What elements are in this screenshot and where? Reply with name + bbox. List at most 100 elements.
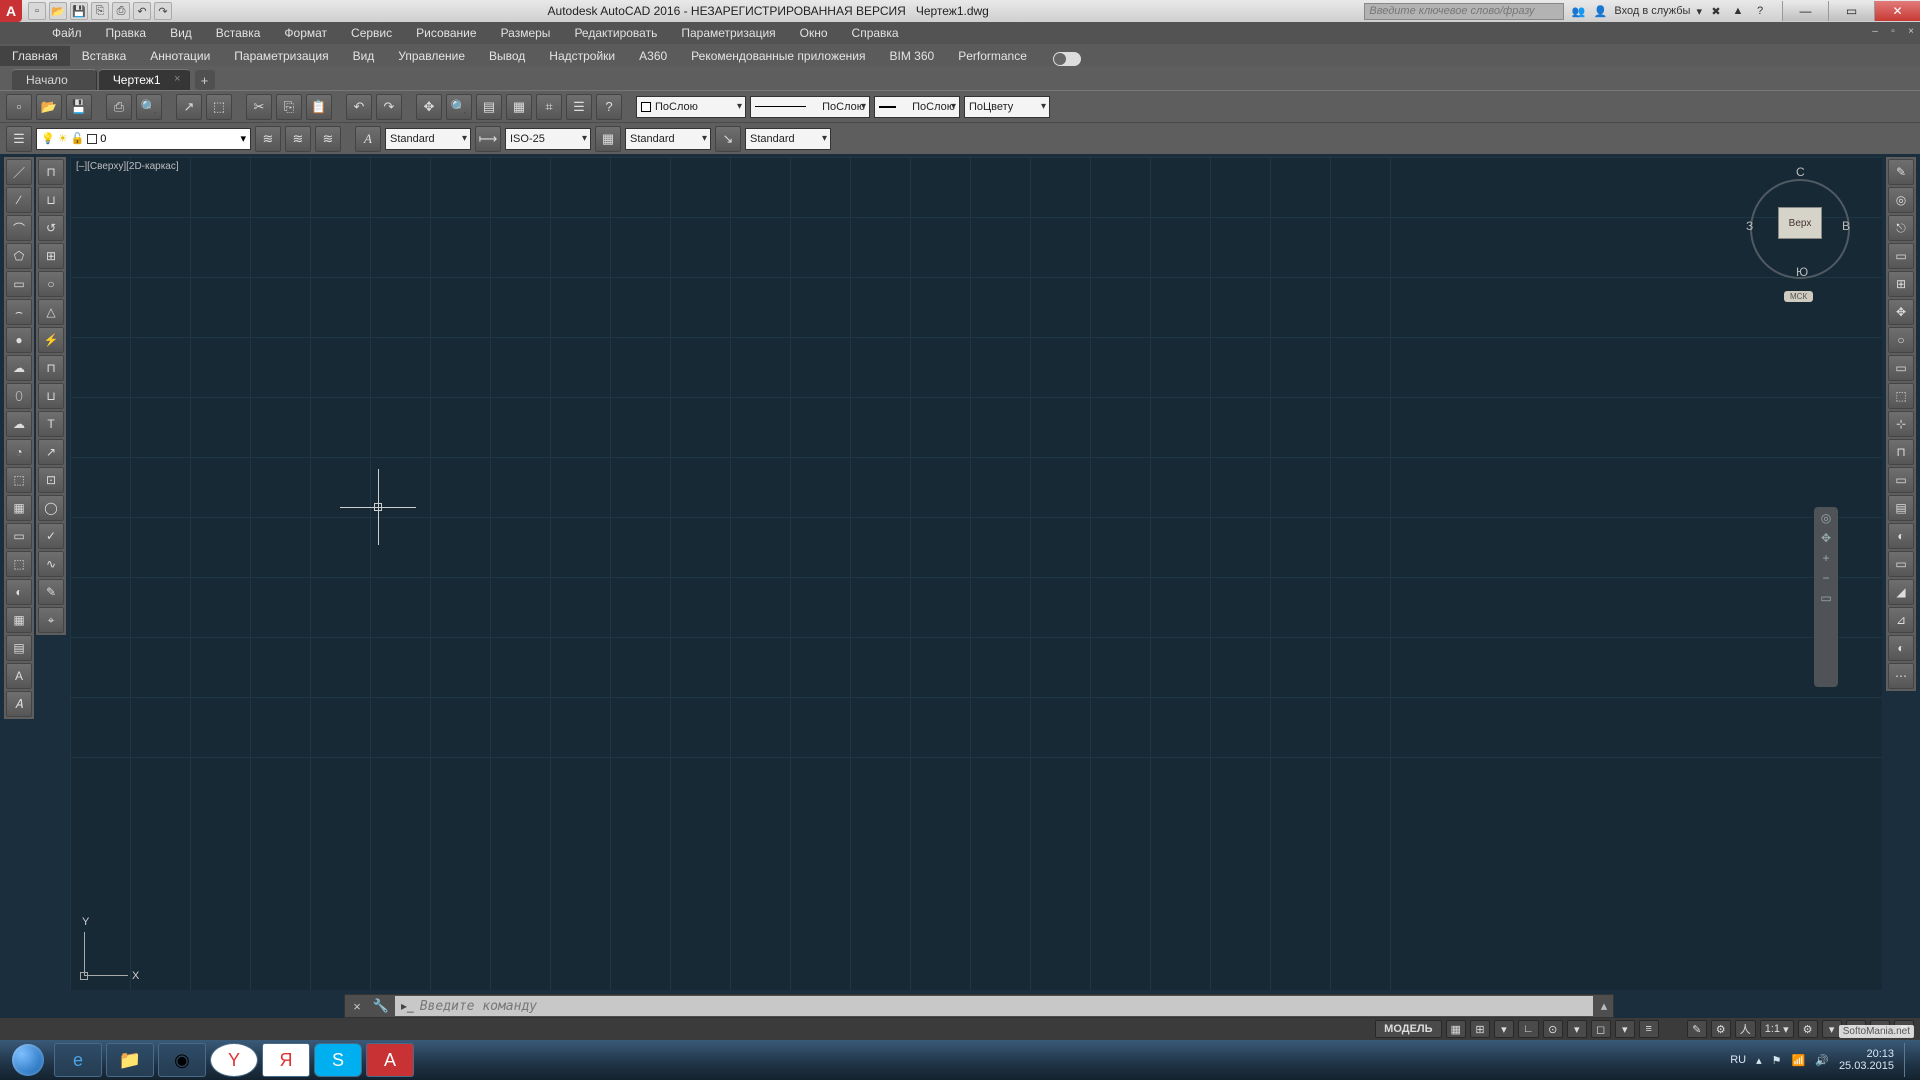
- mleader-style-combo[interactable]: Standard: [745, 128, 831, 150]
- menu-параметризация[interactable]: Параметризация: [669, 26, 787, 40]
- polar-toggle[interactable]: ⊙: [1543, 1020, 1563, 1038]
- menu-файл[interactable]: Файл: [40, 26, 94, 40]
- tray-flag-icon[interactable]: ⚑: [1772, 1054, 1782, 1067]
- exchange-icon[interactable]: ✖: [1708, 3, 1724, 19]
- layer-state-button[interactable]: ≋: [315, 126, 341, 152]
- new-doc-tab-button[interactable]: +: [195, 70, 215, 90]
- draw-tool-0[interactable]: ／: [6, 159, 32, 185]
- draw-tool-5[interactable]: ⌢: [6, 299, 32, 325]
- menu-справка[interactable]: Справка: [840, 26, 911, 40]
- taskbar-app-ie[interactable]: e: [54, 1043, 102, 1077]
- linetype-combo[interactable]: ПоСлою: [750, 96, 870, 118]
- new-button[interactable]: ▫: [6, 94, 32, 120]
- modify-tool-6[interactable]: ⚡: [38, 327, 64, 353]
- nav-zoom-icon[interactable]: +: [1822, 551, 1829, 565]
- color-combo[interactable]: ПоСлою: [636, 96, 746, 118]
- menu-правка[interactable]: Правка: [94, 26, 159, 40]
- modify-tool-10[interactable]: ↗: [38, 439, 64, 465]
- draw-tool-13[interactable]: ▭: [6, 523, 32, 549]
- copy-button[interactable]: ⎘: [276, 94, 302, 120]
- qat-new-icon[interactable]: ▫: [28, 2, 46, 20]
- right-tool-13[interactable]: ◐: [1888, 523, 1914, 549]
- properties-button[interactable]: ☰: [566, 94, 592, 120]
- cmdline-close-icon[interactable]: ×: [345, 999, 369, 1014]
- modify-tool-9[interactable]: T: [38, 411, 64, 437]
- view-label[interactable]: [–][Сверху][2D-каркас]: [76, 161, 179, 172]
- status-dd1[interactable]: ▾: [1494, 1020, 1514, 1038]
- modify-tool-1[interactable]: ⊔: [38, 187, 64, 213]
- draw-tool-9[interactable]: ☁: [6, 411, 32, 437]
- modify-tool-14[interactable]: ∿: [38, 551, 64, 577]
- compass-south[interactable]: Ю: [1796, 265, 1808, 279]
- draw-tool-19[interactable]: 𝐴: [6, 691, 32, 717]
- app-logo-icon[interactable]: A: [0, 0, 22, 22]
- status-dd3[interactable]: ▾: [1615, 1020, 1635, 1038]
- view-cube[interactable]: Верх С Ю З В МСК: [1750, 165, 1850, 295]
- start-button[interactable]: [6, 1043, 50, 1077]
- draw-tool-3[interactable]: ⬠: [6, 243, 32, 269]
- taskbar-app-yandex[interactable]: Y: [210, 1043, 258, 1077]
- qat-redo-icon[interactable]: ↷: [154, 2, 172, 20]
- command-line[interactable]: × 🔧 ▸_ Введите команду ▴: [344, 994, 1614, 1018]
- qat-undo-icon[interactable]: ↶: [133, 2, 151, 20]
- draw-tool-18[interactable]: A: [6, 663, 32, 689]
- menu-рисование[interactable]: Рисование: [404, 26, 488, 40]
- right-tool-2[interactable]: ⎋: [1888, 215, 1914, 241]
- modify-tool-3[interactable]: ⊞: [38, 243, 64, 269]
- mleader-style-button[interactable]: ↘: [715, 126, 741, 152]
- ucs-selector[interactable]: МСК: [1784, 291, 1813, 302]
- grid-toggle[interactable]: ▦: [1446, 1020, 1466, 1038]
- ortho-toggle[interactable]: ∟: [1518, 1020, 1539, 1038]
- close-button[interactable]: ✕: [1874, 1, 1920, 21]
- annoscale-button[interactable]: 1:1 ▾: [1760, 1020, 1794, 1038]
- menu-окно[interactable]: Окно: [788, 26, 840, 40]
- menu-вставка[interactable]: Вставка: [204, 26, 273, 40]
- mdi-minimize-icon[interactable]: –: [1868, 24, 1882, 38]
- compass-east[interactable]: В: [1842, 219, 1850, 233]
- redo-button[interactable]: ↷: [376, 94, 402, 120]
- draw-tool-2[interactable]: ⌒: [6, 215, 32, 241]
- draw-tool-6[interactable]: ●: [6, 327, 32, 353]
- taskbar-app-ya[interactable]: Я: [262, 1043, 310, 1077]
- nav-orbit-icon[interactable]: −: [1822, 571, 1829, 585]
- right-tool-15[interactable]: ◢: [1888, 579, 1914, 605]
- ribbon-min-toggle[interactable]: [1053, 52, 1081, 66]
- ribbon-tab-3[interactable]: Параметризация: [222, 46, 340, 66]
- ribbon-tab-9[interactable]: Рекомендованные приложения: [679, 46, 877, 66]
- a360-icon[interactable]: ▲: [1730, 3, 1746, 19]
- mdi-restore-icon[interactable]: ▫: [1886, 24, 1900, 38]
- navigation-bar[interactable]: ◎ ✥ + − ▭: [1814, 507, 1838, 687]
- table-style-button[interactable]: ▦: [595, 126, 621, 152]
- modify-tool-2[interactable]: ↺: [38, 215, 64, 241]
- dim-style-combo[interactable]: ISO-25: [505, 128, 591, 150]
- ribbon-tab-2[interactable]: Аннотации: [138, 46, 222, 66]
- ribbon-tab-8[interactable]: A360: [627, 46, 679, 66]
- right-tool-16[interactable]: ⊿: [1888, 607, 1914, 633]
- modify-tool-15[interactable]: ✎: [38, 579, 64, 605]
- open-button[interactable]: 📂: [36, 94, 62, 120]
- qat-save-icon[interactable]: 💾: [70, 2, 88, 20]
- sc-toggle[interactable]: ⚙: [1711, 1020, 1731, 1038]
- nav-showall-icon[interactable]: ▭: [1820, 591, 1831, 605]
- preview-button[interactable]: 🔍: [136, 94, 162, 120]
- modify-tool-16[interactable]: ⌖: [38, 607, 64, 633]
- plot-button[interactable]: ⎙: [106, 94, 132, 120]
- qp-toggle[interactable]: ✎: [1687, 1020, 1707, 1038]
- menu-размеры[interactable]: Размеры: [489, 26, 563, 40]
- menu-вид[interactable]: Вид: [158, 26, 204, 40]
- zoom-button[interactable]: 🔍: [446, 94, 472, 120]
- pan-button[interactable]: ✥: [416, 94, 442, 120]
- draw-tool-17[interactable]: ▤: [6, 635, 32, 661]
- table-style-combo[interactable]: Standard: [625, 128, 711, 150]
- draw-tool-16[interactable]: ▦: [6, 607, 32, 633]
- sheetset-button[interactable]: ▤: [476, 94, 502, 120]
- status-dd2[interactable]: ▾: [1567, 1020, 1587, 1038]
- help-search-input[interactable]: Введите ключевое слово/фразу: [1364, 3, 1564, 20]
- signin-link[interactable]: Вход в службы: [1614, 5, 1690, 17]
- qat-open-icon[interactable]: 📂: [49, 2, 67, 20]
- taskbar-app-explorer[interactable]: 📁: [106, 1043, 154, 1077]
- doc-tab-close-icon[interactable]: ×: [174, 73, 180, 85]
- plotstyle-combo[interactable]: ПоЦвету: [964, 96, 1050, 118]
- right-tool-1[interactable]: ◎: [1888, 187, 1914, 213]
- maximize-button[interactable]: ▭: [1828, 1, 1874, 21]
